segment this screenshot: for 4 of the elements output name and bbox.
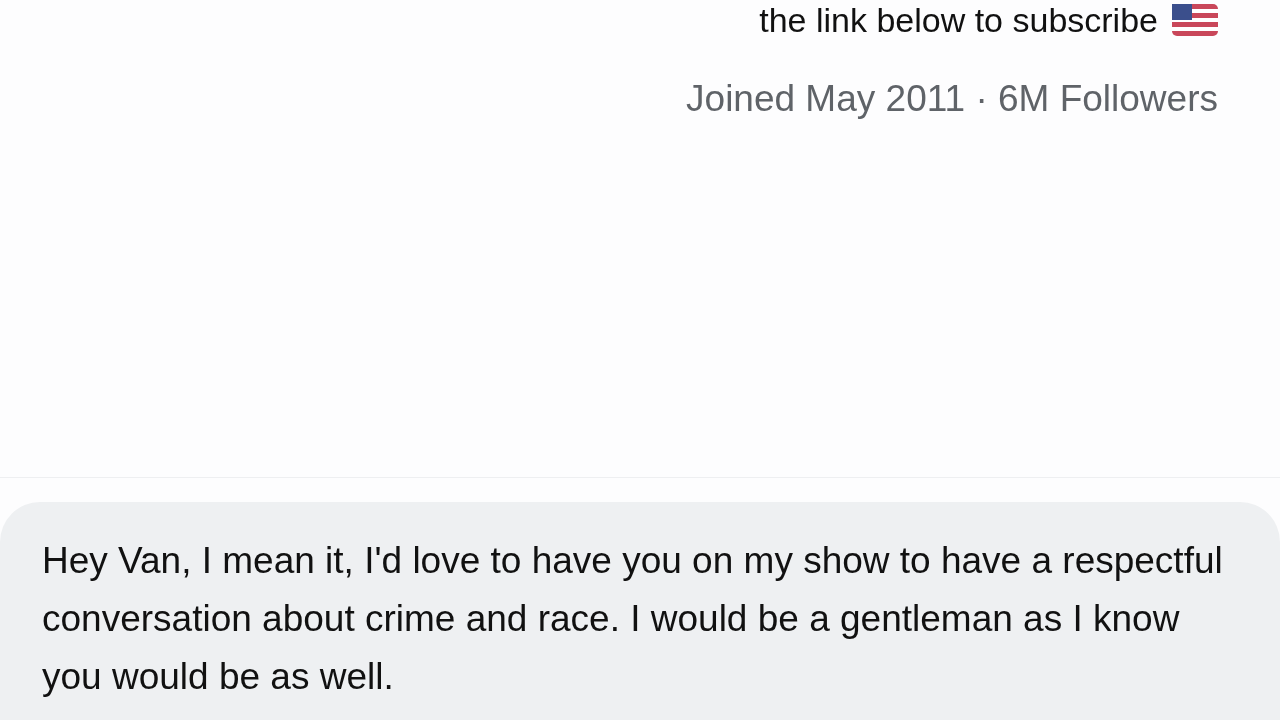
bio-text: the link below to subscribe [759,0,1158,40]
join-info: Joined May 2011 · 6M Followers [686,78,1218,120]
message-bubble: Hey Van, I mean it, I'd love to have you on my show to have a respectful conversation about crime and race. I would be a gentleman as I know you would be as well. [0,502,1280,720]
flag-icon [1172,4,1218,36]
